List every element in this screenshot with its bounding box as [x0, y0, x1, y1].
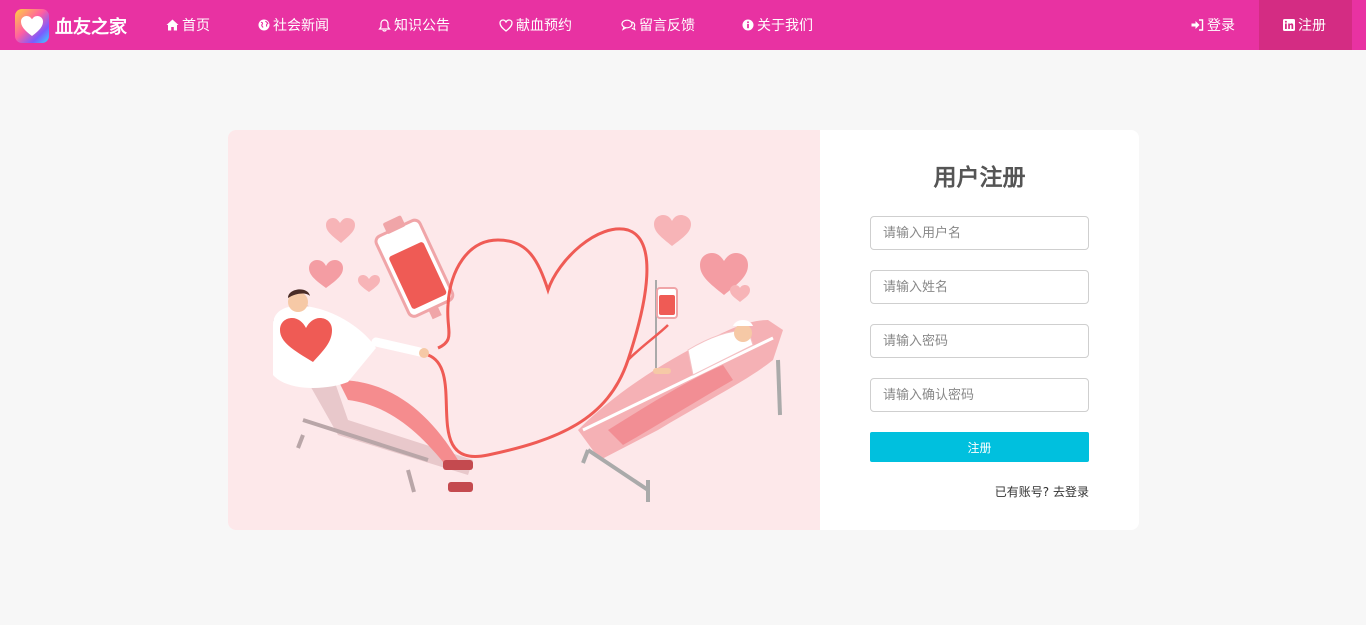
nav-social-news[interactable]: 社会新闻 [258, 0, 329, 50]
bell-icon [378, 18, 391, 32]
nav-home-label: 首页 [182, 18, 210, 34]
nav-login-label: 登录 [1207, 18, 1235, 34]
brand[interactable]: 血友之家 [15, 8, 127, 43]
nav-feedback-label: 留言反馈 [639, 18, 695, 34]
heart-icon [499, 18, 513, 32]
confirm-password-input[interactable] [870, 378, 1089, 412]
name-input[interactable] [870, 270, 1089, 304]
top-navbar: 血友之家 首页 社会新闻 知识公告 献血预约 留言反馈 关于我们 登录 注册 [0, 0, 1366, 50]
info-circle-icon [742, 19, 754, 31]
blood-donation-illustration [228, 130, 820, 530]
login-hint: 已有账号? 去登录 [995, 483, 1089, 500]
register-submit-button[interactable]: 注册 [870, 432, 1089, 462]
register-form: 用户注册 注册 已有账号? 去登录 [820, 130, 1139, 530]
sign-in-icon [1191, 19, 1204, 31]
nav-knowledge-notice-label: 知识公告 [394, 18, 450, 34]
nav-about-us[interactable]: 关于我们 [742, 0, 813, 50]
nav-register[interactable]: 注册 [1259, 0, 1352, 50]
globe-icon [258, 19, 270, 31]
nav-social-news-label: 社会新闻 [273, 18, 329, 34]
nav-knowledge-notice[interactable]: 知识公告 [378, 0, 450, 50]
nav-donation-appointment-label: 献血预约 [516, 18, 572, 34]
comments-icon [621, 19, 636, 31]
password-input[interactable] [870, 324, 1089, 358]
nav-login[interactable]: 登录 [1191, 0, 1235, 50]
login-hint-text: 已有账号? [994, 485, 1050, 499]
form-title: 用户注册 [933, 165, 1026, 191]
go-login-link[interactable]: 去登录 [1053, 485, 1089, 499]
nav-feedback[interactable]: 留言反馈 [621, 0, 695, 50]
home-icon [166, 19, 179, 31]
username-input[interactable] [870, 216, 1089, 250]
logo-heart-icon [15, 8, 49, 43]
linkedin-icon [1283, 19, 1295, 31]
nav-home[interactable]: 首页 [166, 0, 210, 50]
register-card: 用户注册 注册 已有账号? 去登录 [228, 130, 1139, 530]
nav-donation-appointment[interactable]: 献血预约 [499, 0, 572, 50]
brand-name: 血友之家 [55, 16, 127, 38]
nav-register-label: 注册 [1298, 18, 1326, 34]
nav-about-us-label: 关于我们 [757, 18, 813, 34]
